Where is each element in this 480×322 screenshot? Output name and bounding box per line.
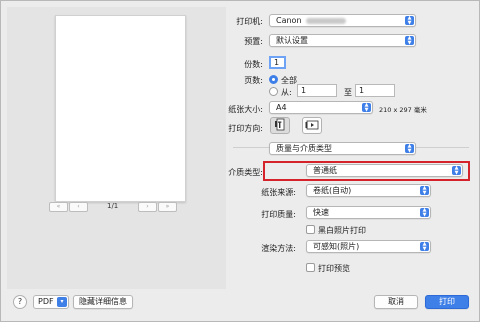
chevron-updown-icon: ▲ ▼	[405, 36, 414, 45]
cancel-button[interactable]: 取消	[374, 295, 418, 309]
hide-details-button[interactable]: 隐藏详细信息	[73, 295, 133, 309]
media-type-select[interactable]: 普通纸 ▲ ▼	[306, 164, 463, 177]
copies-input[interactable]: 1	[269, 56, 286, 69]
pages-all-radio[interactable]	[269, 75, 278, 84]
page-preview	[55, 15, 186, 202]
print-preview-checkbox[interactable]	[306, 263, 315, 272]
last-page-button[interactable]: »	[158, 202, 177, 212]
chevron-updown-icon: ▲ ▼	[405, 16, 414, 25]
presets-value: 默认设置	[276, 36, 308, 45]
question-icon: ?	[17, 297, 23, 306]
section-select[interactable]: 质量与介质类型 ▲ ▼	[269, 142, 416, 155]
print-quality-value: 快速	[313, 208, 329, 217]
preview-panel	[7, 7, 226, 289]
help-button[interactable]: ?	[13, 295, 27, 309]
paper-size-label: 纸张大小:	[228, 105, 263, 114]
chevron-updown-icon: ▲ ▼	[362, 103, 371, 112]
pages-range-radio[interactable]	[269, 87, 278, 96]
paper-size-value: A4	[276, 103, 287, 112]
copies-label: 份数:	[244, 60, 263, 69]
pages-all-label: 全部	[281, 76, 297, 85]
presets-select[interactable]: 默认设置 ▲ ▼	[269, 34, 416, 47]
print-quality-select[interactable]: 快速 ▲ ▼	[306, 206, 431, 219]
orientation-label: 打印方向:	[228, 124, 263, 133]
chevron-updown-icon: ▲ ▼	[420, 208, 429, 217]
rendering-select[interactable]: 可感知(照片) ▲ ▼	[306, 240, 431, 253]
printer-value: Canon	[276, 16, 302, 25]
first-page-button[interactable]: «	[49, 202, 68, 212]
rendering-value: 可感知(照片)	[313, 242, 360, 251]
print-button[interactable]: 打印	[425, 295, 469, 309]
printer-label: 打印机:	[236, 17, 263, 26]
pages-from-label: 从:	[281, 88, 292, 97]
next-page-icon: ›	[146, 203, 149, 210]
paper-source-value: 卷纸(自动)	[313, 186, 352, 195]
portrait-icon	[275, 118, 285, 131]
media-type-value: 普通纸	[313, 166, 337, 175]
chevron-down-icon: ▾	[57, 297, 67, 307]
portrait-button[interactable]	[270, 117, 290, 134]
last-page-icon: »	[165, 203, 170, 210]
chevron-updown-icon: ▲ ▼	[420, 242, 429, 251]
print-dialog: « ‹ 1/1 › » 打印机: Canon ▲ ▼ 预置: 默认设置 ▲ ▼ 份数…	[0, 0, 480, 322]
print-preview-label: 打印预览	[318, 264, 350, 273]
paper-source-label: 纸张来源:	[261, 188, 296, 197]
landscape-icon	[305, 120, 319, 130]
pdf-menu-button[interactable]: PDF ▾	[33, 295, 69, 309]
pages-label: 页数:	[244, 76, 263, 85]
pages-from-input[interactable]: 1	[297, 84, 337, 97]
paper-source-select[interactable]: 卷纸(自动) ▲ ▼	[306, 184, 431, 197]
next-page-button[interactable]: ›	[138, 202, 157, 212]
grayscale-checkbox[interactable]	[306, 225, 315, 234]
presets-label: 预置:	[244, 37, 263, 46]
chevron-updown-icon: ▲ ▼	[405, 144, 414, 153]
printer-model-redacted	[305, 17, 346, 24]
rendering-label: 渲染方法:	[261, 244, 296, 253]
paper-size-select[interactable]: A4 ▲ ▼	[269, 101, 373, 114]
print-quality-label: 打印质量:	[261, 210, 296, 219]
first-page-icon: «	[56, 203, 61, 210]
media-type-label: 介质类型:	[228, 168, 263, 177]
landscape-button[interactable]	[302, 117, 322, 134]
section-value: 质量与介质类型	[276, 144, 332, 153]
printer-select[interactable]: Canon ▲ ▼	[269, 14, 416, 27]
page-count: 1/1	[107, 202, 119, 210]
chevron-updown-icon: ▲ ▼	[452, 166, 461, 175]
prev-page-icon: ‹	[77, 203, 80, 210]
chevron-updown-icon: ▲ ▼	[420, 186, 429, 195]
pages-to-label: 至	[344, 88, 352, 97]
paper-dimensions: 210 x 297 毫米	[379, 106, 427, 114]
grayscale-label: 黑白照片打印	[318, 226, 366, 235]
prev-page-button[interactable]: ‹	[69, 202, 88, 212]
pages-to-input[interactable]: 1	[355, 84, 395, 97]
pdf-label: PDF	[38, 297, 54, 306]
